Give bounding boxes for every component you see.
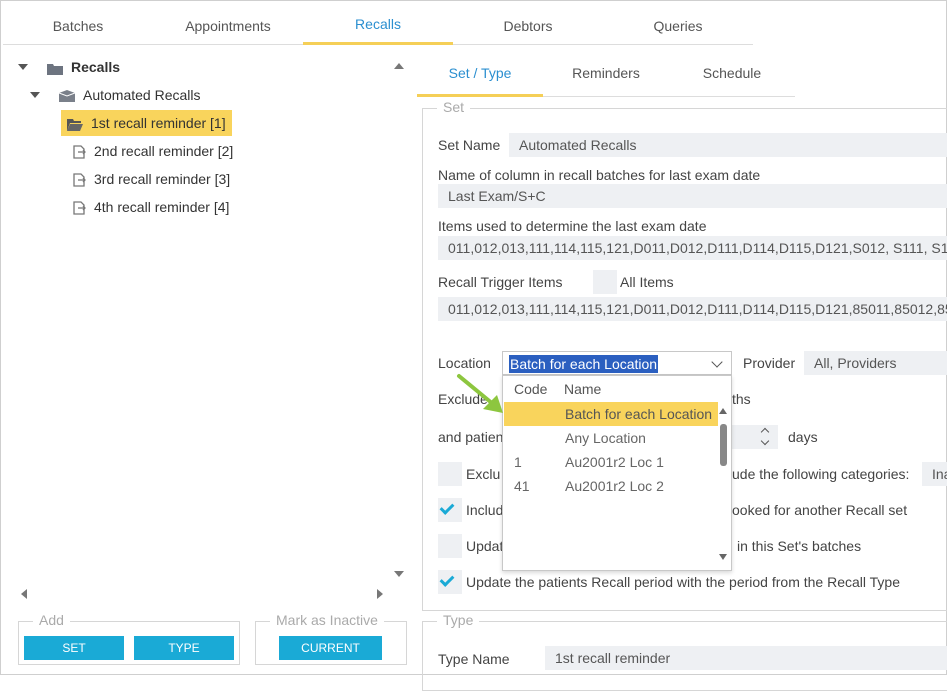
- include-booked-label-b: ooked for another Recall set: [732, 502, 908, 518]
- exclude-categories-checkbox[interactable]: [438, 462, 462, 486]
- location-select[interactable]: Batch for each Location: [502, 351, 732, 375]
- dropdown-header-code: Code: [514, 381, 548, 397]
- dropdown-scroll-down-icon[interactable]: [719, 554, 727, 560]
- all-items-checkbox[interactable]: [593, 270, 617, 294]
- dropdown-header-name: Name: [564, 381, 602, 397]
- exclude-categories-field[interactable]: Ina: [922, 462, 947, 486]
- provider-label: Provider: [743, 355, 796, 371]
- update-period-label: Update the patients Recall period with t…: [466, 574, 900, 590]
- type-group-title: Type: [437, 612, 480, 628]
- spin-up-icon[interactable]: [760, 427, 770, 437]
- tree-item-label: 4th recall reminder [4]: [94, 199, 230, 215]
- chevron-down-icon[interactable]: [711, 356, 723, 368]
- tree-root-label: Recalls: [71, 59, 121, 75]
- tab-recalls[interactable]: Recalls: [303, 3, 453, 45]
- tab-set-type[interactable]: Set / Type: [417, 53, 543, 97]
- folder-open-icon: [67, 118, 83, 131]
- tree-scroll-up-icon[interactable]: [394, 63, 404, 69]
- dropdown-option[interactable]: 41 Au2001r2 Loc 2: [504, 474, 718, 498]
- days-spinner[interactable]: [756, 425, 776, 449]
- include-booked-label-a: Includ: [466, 502, 504, 518]
- exclude-categories-label-a: Exclu: [466, 466, 501, 482]
- mark-current-button[interactable]: CURRENT: [279, 636, 382, 660]
- folder-icon: [47, 63, 63, 75]
- tree-set-label: Automated Recalls: [83, 87, 201, 103]
- tree-scroll-left-icon[interactable]: [21, 589, 27, 599]
- update-batches-label-a: Updat: [466, 538, 504, 554]
- mark-inactive-group: Mark as Inactive CURRENT: [255, 612, 407, 665]
- main-tab-bar: Batches Appointments Recalls Debtors Que…: [3, 3, 753, 45]
- set-name-field[interactable]: Automated Recalls: [509, 133, 947, 157]
- tree-item-reminder-1[interactable]: 1st recall reminder [1]: [61, 110, 232, 136]
- tab-debtors[interactable]: Debtors: [453, 3, 603, 45]
- dropdown-option[interactable]: Batch for each Location: [504, 402, 718, 426]
- tree-item-automated-recalls[interactable]: Automated Recalls: [59, 82, 201, 108]
- expand-root-icon[interactable]: [18, 64, 28, 70]
- all-items-label: All Items: [620, 274, 674, 290]
- add-type-button[interactable]: TYPE: [134, 636, 234, 660]
- option-code: 41: [514, 478, 530, 494]
- mark-inactive-title: Mark as Inactive: [270, 612, 384, 628]
- document-icon: [73, 173, 86, 187]
- tree-scroll-right-icon[interactable]: [377, 589, 383, 599]
- exclude-categories-label-b: ude the following categories:: [732, 466, 910, 482]
- tree-item-reminder-2[interactable]: 2nd recall reminder [2]: [73, 138, 233, 164]
- tree-item-reminder-4[interactable]: 4th recall reminder [4]: [73, 194, 229, 220]
- column-name-field[interactable]: Last Exam/S+C: [438, 184, 947, 208]
- option-name: Batch for each Location: [565, 406, 713, 422]
- tree-item-label: 1st recall reminder [1]: [91, 115, 226, 131]
- trigger-items-label: Recall Trigger Items: [438, 274, 563, 290]
- type-name-label: Type Name: [438, 651, 510, 667]
- exam-items-label: Items used to determine the last exam da…: [438, 218, 707, 234]
- tab-appointments[interactable]: Appointments: [153, 3, 303, 45]
- dropdown-option[interactable]: 1 Au2001r2 Loc 1: [504, 450, 718, 474]
- dropdown-scroll-up-icon[interactable]: [719, 408, 727, 414]
- days-label: days: [788, 429, 818, 445]
- option-name: Au2001r2 Loc 2: [565, 478, 664, 494]
- tab-batches[interactable]: Batches: [3, 3, 153, 45]
- column-name-label: Name of column in recall batches for las…: [438, 167, 761, 183]
- tab-schedule[interactable]: Schedule: [669, 53, 795, 97]
- spin-down-icon[interactable]: [760, 436, 770, 446]
- type-name-field[interactable]: 1st recall reminder: [545, 646, 947, 670]
- update-batches-label-b: in this Set's batches: [737, 538, 862, 554]
- detail-tab-bar: Set / Type Reminders Schedule: [417, 53, 795, 97]
- document-icon: [73, 145, 86, 159]
- add-set-button[interactable]: SET: [24, 636, 124, 660]
- add-group-title: Add: [33, 612, 70, 628]
- provider-field[interactable]: All, Providers: [804, 351, 947, 375]
- and-patients-label: and patien: [438, 429, 504, 445]
- exam-items-field[interactable]: 011,012,013,111,114,115,121,D011,D012,D1…: [438, 236, 947, 260]
- option-code: 1: [514, 454, 522, 470]
- box-icon: [59, 90, 75, 103]
- set-group-title: Set: [437, 99, 471, 115]
- tab-reminders[interactable]: Reminders: [543, 53, 669, 97]
- update-period-checkbox[interactable]: [438, 570, 462, 594]
- tree-item-reminder-3[interactable]: 3rd recall reminder [3]: [73, 166, 230, 192]
- location-select-value: Batch for each Location: [509, 355, 659, 373]
- tree-scroll-down-icon[interactable]: [394, 571, 404, 577]
- months-label: ths: [732, 391, 751, 407]
- tab-queries[interactable]: Queries: [603, 3, 753, 45]
- add-group: Add SET TYPE: [18, 612, 240, 665]
- option-name: Au2001r2 Loc 1: [565, 454, 664, 470]
- location-label: Location: [438, 355, 491, 371]
- app-window: Batches Appointments Recalls Debtors Que…: [0, 0, 947, 691]
- dropdown-scrollbar-thumb[interactable]: [720, 424, 727, 466]
- update-batches-checkbox[interactable]: [438, 534, 462, 558]
- location-dropdown: Code Name Batch for each Location Any Lo…: [502, 375, 732, 571]
- dropdown-option[interactable]: Any Location: [504, 426, 718, 450]
- checkmark-icon: [439, 500, 455, 515]
- tree-item-label: 2nd recall reminder [2]: [94, 143, 234, 159]
- set-name-label: Set Name: [438, 137, 501, 153]
- option-name: Any Location: [565, 430, 646, 446]
- tree-item-label: 3rd recall reminder [3]: [94, 171, 231, 187]
- checkmark-icon: [439, 572, 455, 587]
- expand-set-icon[interactable]: [30, 92, 40, 98]
- trigger-items-field[interactable]: 011,012,013,111,114,115,121,D011,D012,D1…: [438, 297, 947, 321]
- include-booked-checkbox[interactable]: [438, 498, 462, 522]
- pointer-arrow-icon: [457, 374, 503, 413]
- tree-root-recalls[interactable]: Recalls: [47, 54, 120, 80]
- document-icon: [73, 201, 86, 215]
